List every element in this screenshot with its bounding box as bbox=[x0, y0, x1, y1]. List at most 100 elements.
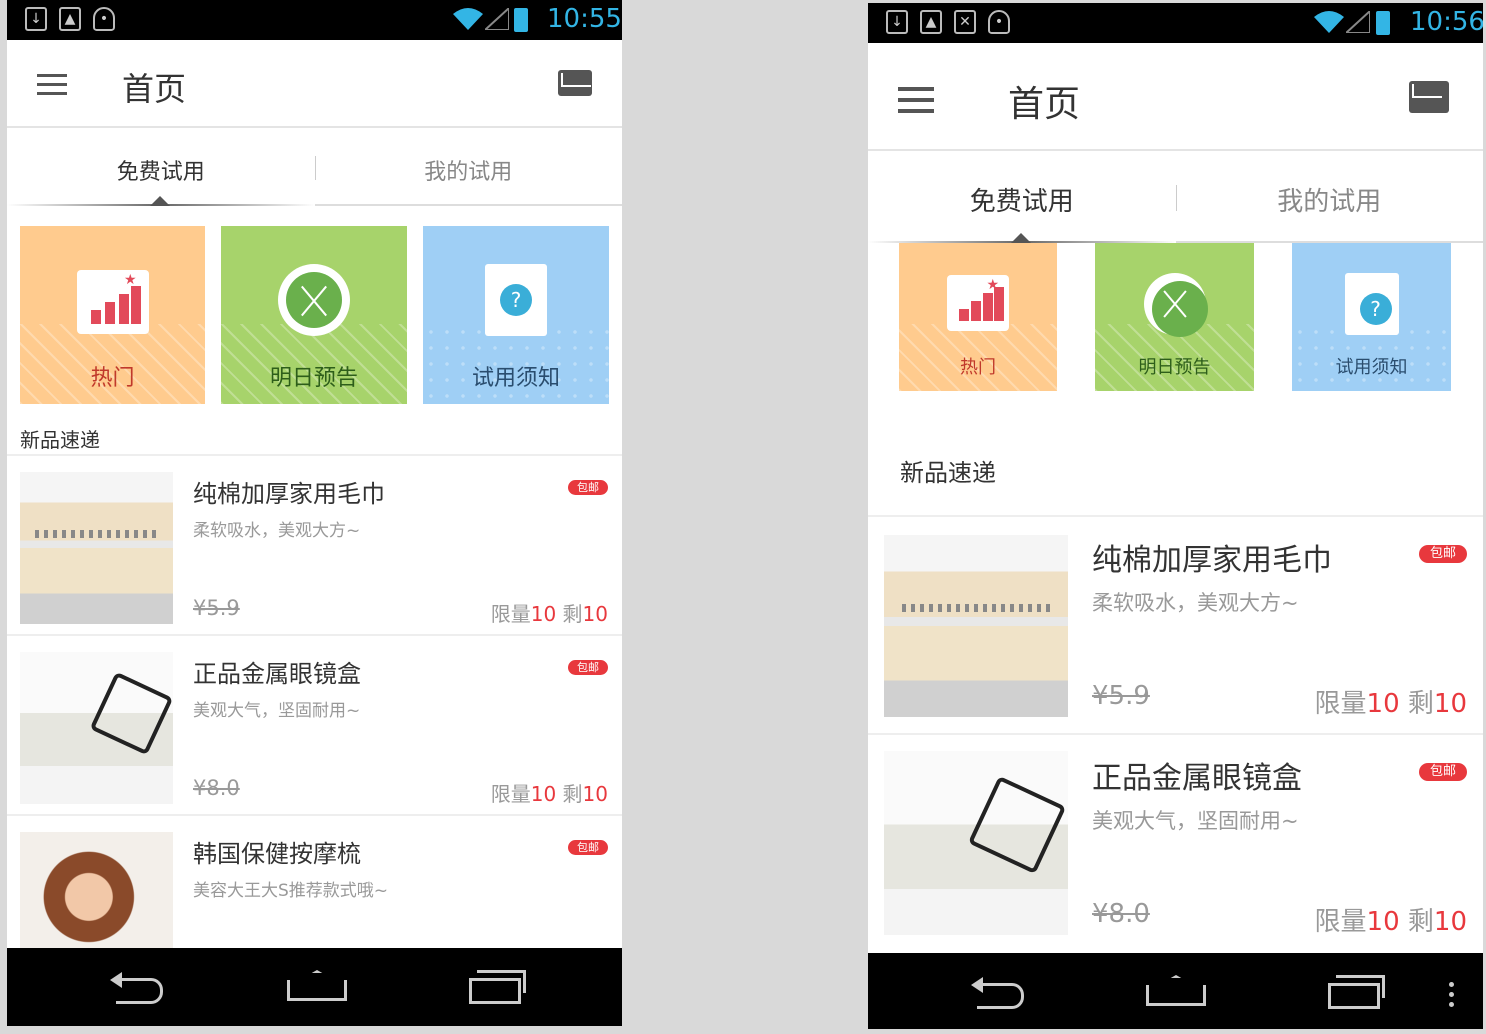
tab-free-trial[interactable]: 免费试用 bbox=[868, 181, 1176, 218]
phone-screen-right: ↓ ▲ ✕ • 10:56 首页 免费试用 我的试用 ★ 热门 明日预告 ? 试… bbox=[868, 3, 1483, 1029]
android-icon: • bbox=[93, 7, 115, 31]
recent-apps-icon[interactable] bbox=[1328, 975, 1385, 1011]
product-name: 韩国保健按摩梳 bbox=[193, 840, 361, 868]
menu-icon[interactable] bbox=[898, 87, 934, 113]
overflow-menu-icon[interactable] bbox=[1447, 979, 1455, 1015]
product-name: 纯棉加厚家用毛巾 bbox=[193, 480, 385, 508]
system-nav-bar bbox=[868, 953, 1483, 1029]
product-image bbox=[20, 652, 173, 804]
system-nav-bar bbox=[7, 948, 622, 1026]
question-doc-icon bbox=[1344, 273, 1399, 335]
stock-info: 限量10 剩10 bbox=[490, 602, 608, 626]
product-image bbox=[20, 832, 173, 950]
product-image bbox=[884, 535, 1068, 717]
section-title: 新品速递 bbox=[20, 428, 100, 452]
list-item[interactable]: 韩国保健按摩梳 包邮 美容大王大S推荐款式哦~ bbox=[7, 816, 622, 950]
clock-icon bbox=[1143, 273, 1208, 337]
product-name: 纯棉加厚家用毛巾 bbox=[1092, 543, 1332, 578]
status-time: 10:55 bbox=[547, 4, 622, 34]
battery-icon bbox=[514, 8, 528, 32]
back-icon[interactable] bbox=[971, 975, 1025, 1011]
product-desc: 美观大气，坚固耐用~ bbox=[193, 701, 361, 721]
list-item[interactable]: 纯棉加厚家用毛巾 包邮 柔软吸水，美观大方~ ¥5.9 限量10 剩10 bbox=[868, 517, 1483, 735]
category-label: 热门 bbox=[90, 366, 135, 391]
product-desc: 美观大气，坚固耐用~ bbox=[1092, 809, 1299, 833]
recent-apps-icon[interactable] bbox=[469, 970, 526, 1006]
page-title: 首页 bbox=[1008, 84, 1081, 125]
category-grid: ★ 热门 明日预告 试用须知 bbox=[20, 226, 609, 404]
original-price: ¥5.9 bbox=[193, 596, 240, 620]
free-shipping-badge: 包邮 bbox=[568, 660, 608, 675]
category-grid: ★ 热门 明日预告 试用须知 bbox=[899, 243, 1453, 391]
stock-info: 限量10 剩10 bbox=[490, 782, 608, 806]
category-label: 明日预告 bbox=[269, 366, 358, 391]
android-icon: • bbox=[988, 10, 1010, 34]
original-price: ¥8.0 bbox=[1092, 899, 1150, 929]
list-item[interactable]: 正品金属眼镜盒 包邮 美观大气，坚固耐用~ ¥8.0 限量10 剩10 bbox=[868, 735, 1483, 955]
no-signal-icon: ✕ bbox=[954, 10, 976, 34]
bar-chart-icon: ★ bbox=[947, 275, 1009, 331]
menu-icon[interactable] bbox=[37, 74, 67, 96]
category-preview[interactable]: 明日预告 bbox=[221, 226, 407, 404]
product-name: 正品金属眼镜盒 bbox=[193, 660, 361, 688]
stock-info: 限量10 剩10 bbox=[1314, 907, 1467, 937]
category-label: 试用须知 bbox=[1335, 357, 1408, 378]
category-label: 热门 bbox=[960, 357, 996, 378]
back-icon[interactable] bbox=[110, 970, 164, 1006]
product-image bbox=[20, 472, 173, 624]
category-label: 试用须知 bbox=[471, 366, 560, 391]
download-icon: ↓ bbox=[25, 7, 47, 31]
list-item[interactable]: 正品金属眼镜盒 包邮 美观大气，坚固耐用~ ¥8.0 限量10 剩10 bbox=[7, 636, 622, 816]
battery-icon bbox=[1376, 11, 1390, 35]
phone-screen-left: ↓ ▲ • 10:55 首页 免费试用 我的试用 ★ 热门 明日预告 ? 试用须… bbox=[7, 0, 622, 1026]
category-notice[interactable]: 试用须知 bbox=[423, 226, 609, 404]
product-list: 纯棉加厚家用毛巾 包邮 柔软吸水，美观大方~ ¥5.9 限量10 剩10 正品金… bbox=[7, 454, 622, 950]
original-price: ¥5.9 bbox=[1092, 681, 1150, 711]
product-image bbox=[884, 751, 1068, 935]
image-icon: ▲ bbox=[59, 7, 81, 31]
tab-caret bbox=[1011, 233, 1031, 243]
list-item[interactable]: 纯棉加厚家用毛巾 包邮 柔软吸水，美观大方~ ¥5.9 限量10 剩10 bbox=[7, 456, 622, 636]
tab-my-trial[interactable]: 我的试用 bbox=[315, 154, 623, 186]
home-icon[interactable] bbox=[1146, 975, 1206, 1011]
category-hot[interactable]: ★ 热门 bbox=[20, 226, 205, 404]
page-title: 首页 bbox=[122, 70, 187, 108]
clock-icon bbox=[278, 264, 350, 336]
app-bar: 首页 bbox=[7, 40, 622, 128]
image-icon: ▲ bbox=[920, 10, 942, 34]
home-icon[interactable] bbox=[287, 970, 347, 1006]
signal-icon bbox=[1346, 11, 1370, 33]
wifi-icon bbox=[1314, 11, 1344, 33]
stock-info: 限量10 剩10 bbox=[1314, 689, 1467, 719]
free-shipping-badge: 包邮 bbox=[568, 480, 608, 495]
tab-caret bbox=[150, 196, 170, 206]
free-shipping-badge: 包邮 bbox=[1419, 763, 1467, 781]
download-icon: ↓ bbox=[886, 10, 908, 34]
wifi-icon bbox=[453, 8, 483, 30]
mail-icon[interactable] bbox=[558, 70, 592, 96]
tab-free-trial[interactable]: 免费试用 bbox=[7, 154, 315, 186]
tab-my-trial[interactable]: 我的试用 bbox=[1176, 181, 1484, 218]
question-doc-icon bbox=[485, 264, 547, 336]
category-notice[interactable]: 试用须知 bbox=[1292, 243, 1451, 391]
free-shipping-badge: 包邮 bbox=[568, 840, 608, 855]
tab-bar: 免费试用 我的试用 bbox=[868, 153, 1483, 243]
tab-bar: 免费试用 我的试用 bbox=[7, 130, 622, 206]
mail-icon[interactable] bbox=[1409, 81, 1449, 113]
status-bar: ↓ ▲ ✕ • 10:56 bbox=[868, 3, 1483, 43]
product-desc: 柔软吸水，美观大方~ bbox=[1092, 591, 1299, 615]
signal-icon bbox=[485, 8, 509, 30]
app-bar: 首页 bbox=[868, 43, 1483, 151]
original-price: ¥8.0 bbox=[193, 776, 240, 800]
section-title: 新品速递 bbox=[900, 459, 996, 487]
category-label: 明日预告 bbox=[1138, 357, 1211, 378]
category-hot[interactable]: ★ 热门 bbox=[899, 243, 1057, 391]
free-shipping-badge: 包邮 bbox=[1419, 545, 1467, 563]
bar-chart-icon: ★ bbox=[76, 270, 149, 334]
status-time: 10:56 bbox=[1410, 7, 1483, 37]
product-name: 正品金属眼镜盒 bbox=[1092, 761, 1302, 796]
product-desc: 柔软吸水，美观大方~ bbox=[193, 521, 361, 541]
product-list: 纯棉加厚家用毛巾 包邮 柔软吸水，美观大方~ ¥5.9 限量10 剩10 正品金… bbox=[868, 515, 1483, 955]
category-preview[interactable]: 明日预告 bbox=[1095, 243, 1254, 391]
status-bar: ↓ ▲ • 10:55 bbox=[7, 0, 622, 40]
